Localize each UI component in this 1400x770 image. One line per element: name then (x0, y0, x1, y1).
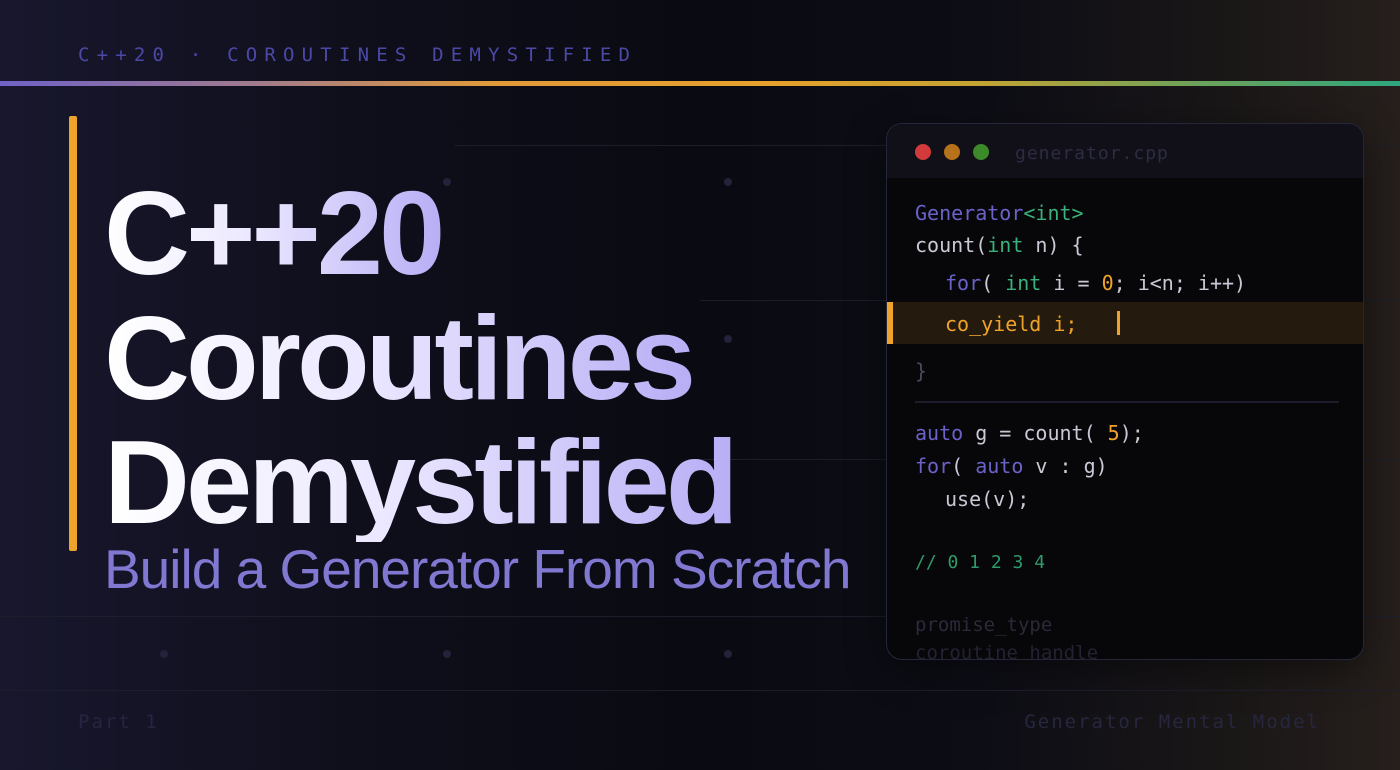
title-line-3: Demystified (104, 416, 739, 549)
title-line-1: C++20 (104, 167, 445, 300)
series-kicker: C++20 · COROUTINES DEMYSTIFIED (78, 44, 638, 66)
code-line: for( auto v : g) (915, 454, 1108, 478)
code-window-titlebar: generator.cpp (887, 124, 1363, 178)
minimize-light-icon (944, 144, 960, 160)
code-line: auto g = count( 5); (915, 421, 1144, 445)
subtitle: Build a Generator From Scratch (104, 538, 851, 600)
grid-dot (724, 178, 732, 186)
code-line: Generator<int> (915, 201, 1084, 225)
text-cursor (1117, 311, 1120, 335)
grid-dot (443, 650, 451, 658)
code-line: for( int i = 0; i<n; i++) (945, 271, 1247, 295)
code-line-faded: coroutine_handle (915, 642, 1099, 660)
close-light-icon (915, 144, 931, 160)
grid-dot (724, 335, 732, 343)
highlight-marker (887, 302, 893, 344)
accent-bar (69, 116, 77, 551)
code-line: use(v); (945, 487, 1030, 511)
file-name: generator.cpp (1015, 143, 1169, 164)
code-line: count(int n) { (915, 233, 1084, 257)
grid-line (0, 690, 1400, 691)
code-window: generator.cpp Generator<int> count(int n… (886, 123, 1364, 660)
code-line: } (915, 359, 928, 383)
title-line-2: Coroutines (104, 292, 696, 425)
maximize-light-icon (973, 144, 989, 160)
code-line-faded: promise_type (915, 614, 1053, 636)
footer-topic-label: Generator Mental Model (1024, 711, 1320, 733)
grid-dot (724, 650, 732, 658)
code-line-highlighted: co_yield i; (945, 312, 1078, 336)
grid-dot (160, 650, 168, 658)
footer-part-label: Part 1 (78, 711, 159, 733)
gradient-rule (0, 81, 1400, 86)
grid-dot (443, 178, 451, 186)
divider (915, 401, 1339, 403)
code-comment: // 0 1 2 3 4 (915, 552, 1046, 573)
